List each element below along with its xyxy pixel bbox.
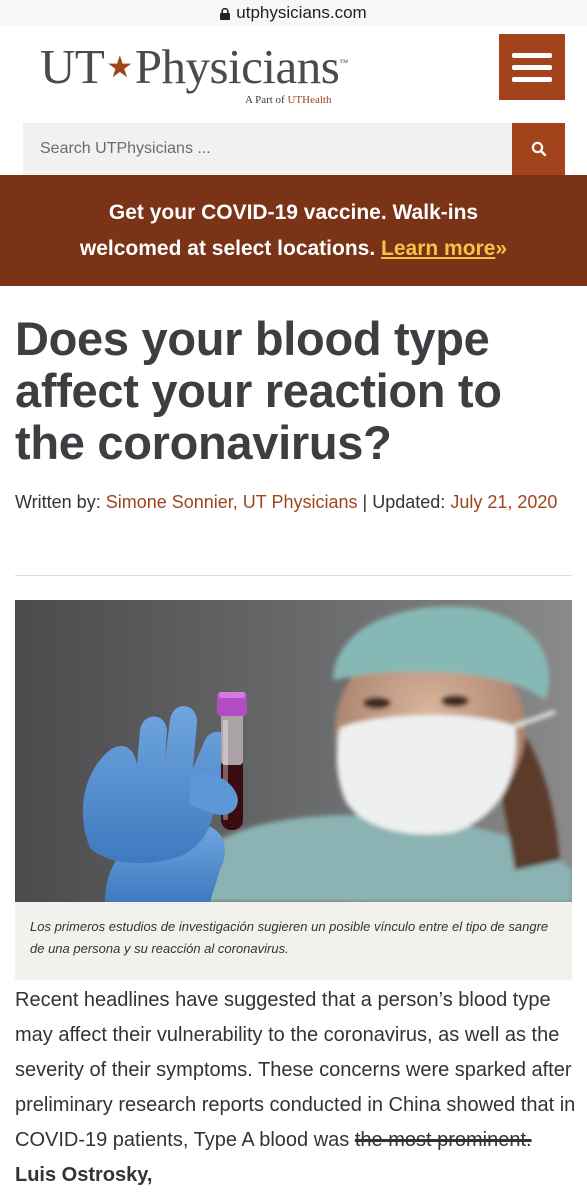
url-text: utphysicians.com bbox=[236, 3, 367, 22]
search-bar bbox=[23, 123, 565, 175]
logo-sub-brand: UTHealth bbox=[287, 94, 332, 106]
covid-vaccine-banner: Get your COVID-19 vaccine. Walk-ins welc… bbox=[0, 175, 587, 286]
ut-physicians-logo[interactable]: UT★Physicians™ A Part of UTHealth bbox=[40, 39, 348, 106]
search-button[interactable] bbox=[512, 123, 565, 175]
author-link[interactable]: Simone Sonnier, UT Physicians bbox=[106, 492, 358, 512]
body-text-strikethrough: the most prominent. bbox=[354, 1129, 532, 1151]
logo-ut-text: UT bbox=[40, 39, 105, 94]
article-body-paragraph: Recent headlines have suggested that a p… bbox=[15, 983, 577, 1193]
doctor-holding-blood-sample-image bbox=[15, 600, 572, 902]
logo-physicians-text: Physicians bbox=[134, 39, 340, 94]
logo-tm: ™ bbox=[339, 57, 348, 68]
photo-caption: Los primeros estudios de investigación s… bbox=[15, 902, 572, 980]
logo-subtitle: A Part of UTHealth bbox=[245, 94, 331, 106]
lock-icon bbox=[220, 8, 231, 20]
site-header: UT★Physicians™ A Part of UTHealth bbox=[0, 26, 587, 123]
article-photo bbox=[15, 600, 572, 902]
menu-icon-bar bbox=[512, 76, 552, 82]
browser-url-bar[interactable]: utphysicians.com bbox=[0, 0, 587, 26]
search-icon bbox=[531, 141, 546, 157]
article-title: Does your blood type affect your reactio… bbox=[15, 312, 502, 469]
logo-sub-prefix: A Part of bbox=[245, 94, 285, 106]
banner-line-1: Get your COVID-19 vaccine. Walk-ins bbox=[108, 201, 479, 224]
body-text-bold-name: Luis Ostrosky, bbox=[15, 1164, 153, 1186]
updated-label: Updated: bbox=[372, 492, 446, 512]
learn-more-link[interactable]: Learn more bbox=[381, 237, 495, 260]
banner-line-2: welcomed at select locations. bbox=[79, 237, 376, 260]
search-input[interactable] bbox=[23, 123, 512, 175]
menu-icon-bar bbox=[512, 52, 552, 58]
body-text-main: Recent headlines have suggested that a p… bbox=[15, 989, 576, 1151]
byline-separator: | bbox=[362, 492, 368, 512]
menu-icon-bar bbox=[512, 64, 552, 70]
double-chevron-right-icon[interactable]: » bbox=[495, 237, 507, 260]
star-icon: ★ bbox=[106, 51, 133, 84]
hamburger-menu-button[interactable] bbox=[499, 34, 565, 100]
written-by-label: Written by: bbox=[15, 492, 101, 512]
article-byline: Written by: Simone Sonnier, UT Physician… bbox=[15, 486, 575, 518]
article-date: July 21, 2020 bbox=[450, 492, 558, 512]
divider bbox=[15, 575, 572, 576]
